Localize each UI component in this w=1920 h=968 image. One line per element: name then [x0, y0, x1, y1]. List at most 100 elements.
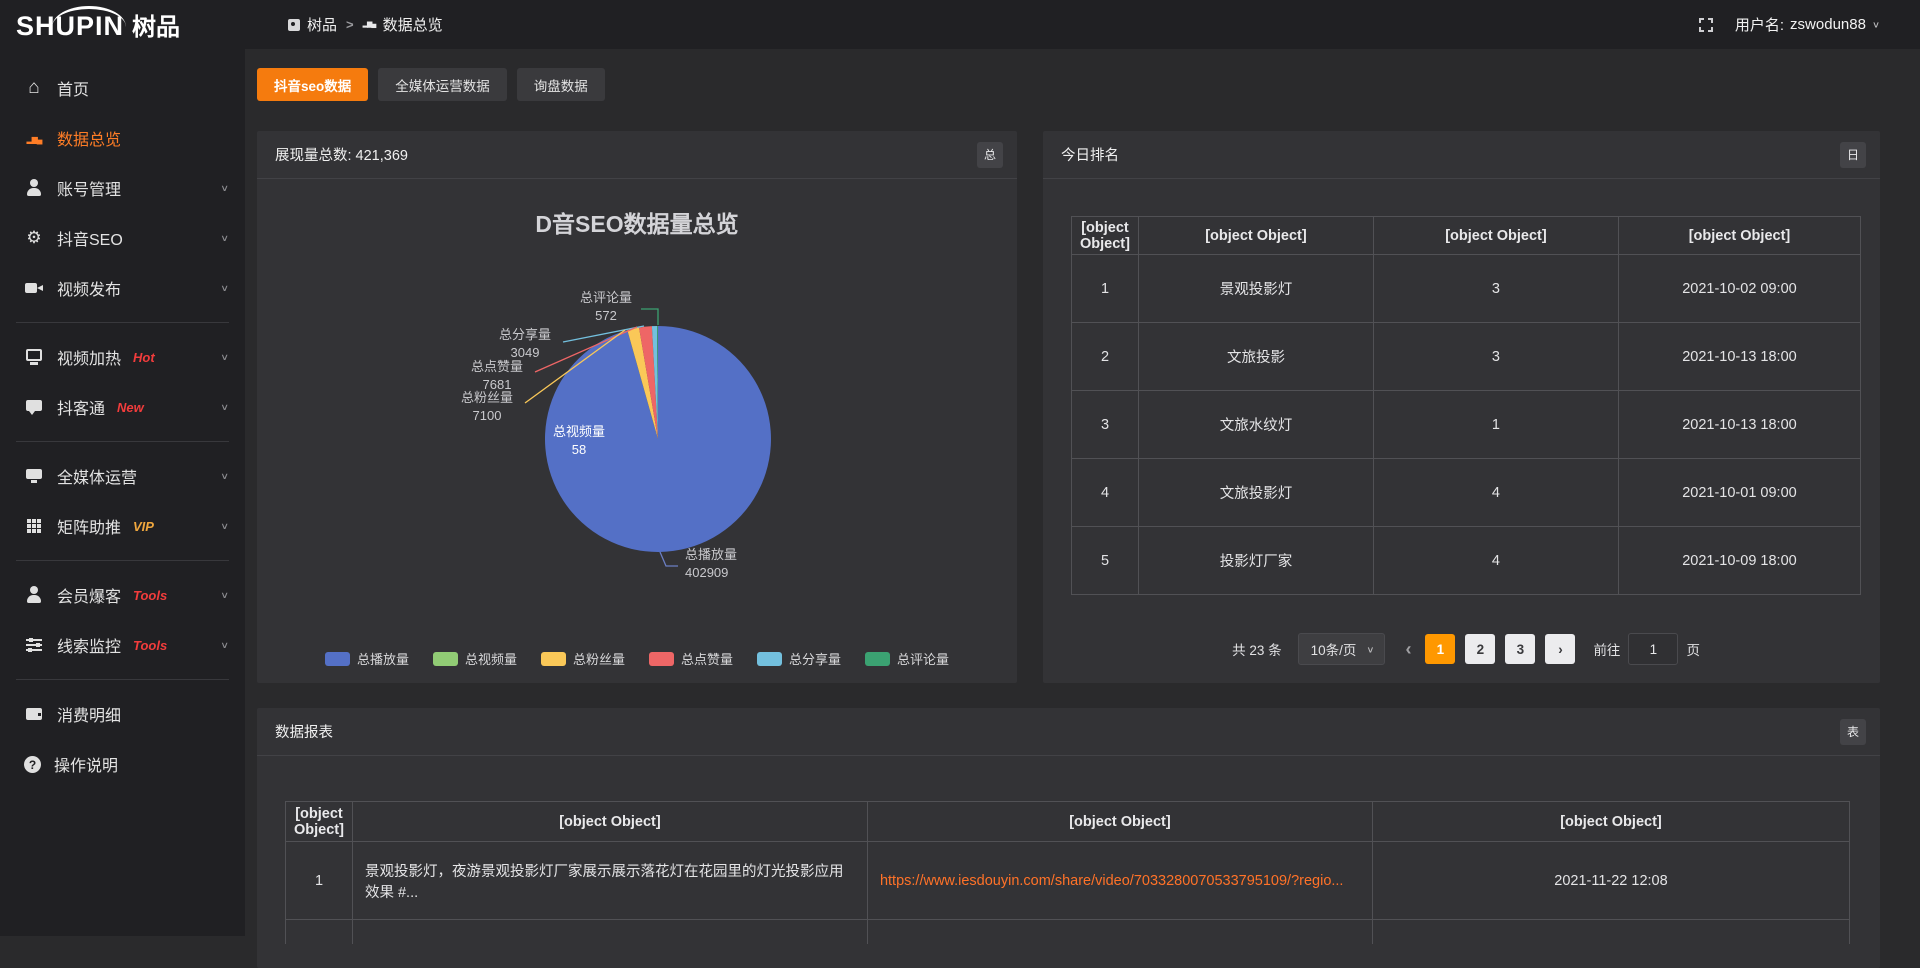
breadcrumb-current[interactable]: 数据总览 [363, 14, 443, 35]
chevron-down-icon [220, 638, 229, 652]
report-url-link[interactable]: https://www.iesdouyin.com/share/video/70… [880, 873, 1344, 889]
rank-time: 2021-10-13 18:00 [1618, 391, 1860, 459]
report-no: 1 [286, 842, 353, 920]
rank-time: 2021-10-02 09:00 [1618, 255, 1860, 323]
sidebar-item[interactable]: 抖客通 New [0, 382, 245, 432]
header-right: 用户名: zswodun88 ∨ [1699, 14, 1880, 35]
sidebar-item[interactable]: 首页 [0, 63, 245, 113]
rank-value: 3 [1373, 255, 1618, 323]
page-button[interactable]: 2 [1465, 634, 1495, 664]
rank-no: 5 [1072, 527, 1139, 595]
legend-swatch [649, 652, 674, 666]
sidebar-item-label: 视频发布 [57, 276, 121, 300]
sidebar-item-label: 全媒体运营 [57, 464, 137, 488]
sidebar-item[interactable]: 会员爆客 Tools [0, 570, 245, 620]
legend-label: 总点赞量 [681, 649, 733, 668]
legend-swatch [865, 652, 890, 666]
breadcrumb-home-label: 树品 [307, 14, 337, 35]
rank-time: 2021-10-01 09:00 [1618, 459, 1860, 527]
rank-value: 3 [1373, 323, 1618, 391]
report-panel-header: 数据报表 表 [257, 708, 1880, 756]
column-header: [object Object] [1373, 217, 1618, 255]
legend-item[interactable]: 总评论量 [865, 649, 949, 668]
sidebar-item[interactable]: 全媒体运营 [0, 451, 245, 501]
legend-item[interactable]: 总播放量 [325, 649, 409, 668]
legend-item[interactable]: 总分享量 [757, 649, 841, 668]
sidebar-item[interactable]: 账号管理 [0, 163, 245, 213]
table-view-button[interactable]: 表 [1840, 719, 1866, 745]
goto-page-input[interactable] [1628, 633, 1678, 665]
table-row: 4 文旅投影灯 4 2021-10-01 09:00 [1072, 459, 1861, 527]
rank-time: 2021-10-09 18:00 [1618, 527, 1860, 595]
pie-label-likes: 总点赞量7681 [457, 358, 537, 393]
total-view-button[interactable]: 总 [977, 142, 1003, 168]
gear-icon [24, 228, 44, 248]
legend-label: 总分享量 [789, 649, 841, 668]
sliders-icon [24, 635, 44, 655]
sidebar-item[interactable]: 消费明细 [0, 689, 245, 739]
column-header: [object Object] [1618, 217, 1860, 255]
label-line-play [660, 552, 678, 566]
table-row: 1 景观投影灯 3 2021-10-02 09:00 [1072, 255, 1861, 323]
wallet-icon [24, 704, 44, 724]
breadcrumb-home[interactable]: 树品 [287, 14, 337, 35]
column-header: [object Object] [352, 802, 867, 842]
fullscreen-icon[interactable] [1699, 18, 1713, 32]
ranking-panel: 今日排名 日 [object Object][object Object][ob… [1043, 131, 1880, 683]
report-time: 2021-11-22 12:08 [1372, 842, 1849, 920]
page-button[interactable]: 1 [1425, 634, 1455, 664]
legend-item[interactable]: 总点赞量 [649, 649, 733, 668]
rank-keyword: 文旅水纹灯 [1138, 391, 1373, 459]
chart-panel-header: 展现量总数: 421,369 总 [257, 131, 1017, 179]
chevron-down-icon [220, 350, 229, 364]
sidebar-item[interactable]: 数据总览 [0, 113, 245, 163]
prev-page-button[interactable]: ‹ [1401, 639, 1415, 660]
next-page-button[interactable]: › [1545, 634, 1575, 664]
sidebar-item-label: 线索监控 [57, 633, 121, 657]
sidebar-item[interactable]: 视频发布 [0, 263, 245, 313]
legend-item[interactable]: 总视频量 [433, 649, 517, 668]
page-button[interactable]: 3 [1505, 634, 1535, 664]
user-menu[interactable]: 用户名: zswodun88 ∨ [1735, 14, 1880, 35]
rank-keyword: 文旅投影灯 [1138, 459, 1373, 527]
daily-view-button[interactable]: 日 [1840, 142, 1866, 168]
legend-item[interactable]: 总粉丝量 [541, 649, 625, 668]
app-logo: SHUPIN 树品 [0, 3, 245, 46]
pagination: 共 23 条 10条/页 ∨ ‹ 1 2 3 › 前往 页 [1071, 633, 1861, 665]
sidebar-item-label: 矩阵助推 [57, 514, 121, 538]
sidebar-item-label: 操作说明 [54, 752, 118, 776]
chart-legend: 总播放量 总视频量 总粉丝量 总点赞量 [257, 649, 1017, 668]
sidebar-item[interactable]: 抖音SEO [0, 213, 245, 263]
breadcrumb-separator: > [346, 17, 354, 32]
column-header: [object Object] [286, 802, 353, 842]
pie-chart: D音SEO数据量总览 总评论量572 总分享量3049 总点赞量7681 总粉丝… [257, 179, 1017, 683]
column-header: [object Object] [1372, 802, 1849, 842]
sidebar-item-label: 首页 [57, 76, 89, 100]
sidebar-item-label: 抖音SEO [57, 226, 123, 250]
rank-keyword: 投影灯厂家 [1138, 527, 1373, 595]
page-size-value: 10条/页 [1311, 639, 1357, 659]
breadcrumb: 树品 > 数据总览 [287, 14, 443, 35]
pie-chart-svg [257, 179, 1017, 683]
pie-label-shares: 总分享量3049 [485, 326, 565, 361]
legend-label: 总播放量 [357, 649, 409, 668]
tab-button[interactable]: 询盘数据 [517, 68, 605, 101]
sidebar: 首页 数据总览 账号管理 抖音SEO 视频发布 [0, 49, 245, 936]
tab-button[interactable]: 抖音seo数据 [257, 68, 368, 101]
sidebar-item[interactable]: 视频加热 Hot [0, 332, 245, 382]
chevron-down-icon: ∨ [1872, 19, 1880, 29]
sidebar-item-label: 会员爆客 [57, 583, 121, 607]
page-size-select[interactable]: 10条/页 ∨ [1298, 633, 1386, 665]
tab-button[interactable]: 全媒体运营数据 [378, 68, 507, 101]
chevron-down-icon [220, 231, 229, 245]
rank-no: 1 [1072, 255, 1139, 323]
sidebar-item[interactable]: 矩阵助推 VIP [0, 501, 245, 551]
username-value: zswodun88 [1790, 16, 1866, 33]
sidebar-item[interactable]: 线索监控 Tools [0, 620, 245, 670]
report-panel: 数据报表 表 [object Object][object Object][ob… [257, 708, 1880, 968]
rank-no: 3 [1072, 391, 1139, 459]
legend-swatch [433, 652, 458, 666]
bar-chart-mini-icon [363, 18, 377, 32]
chevron-down-icon [220, 400, 229, 414]
sidebar-item[interactable]: 操作说明 [0, 739, 245, 789]
